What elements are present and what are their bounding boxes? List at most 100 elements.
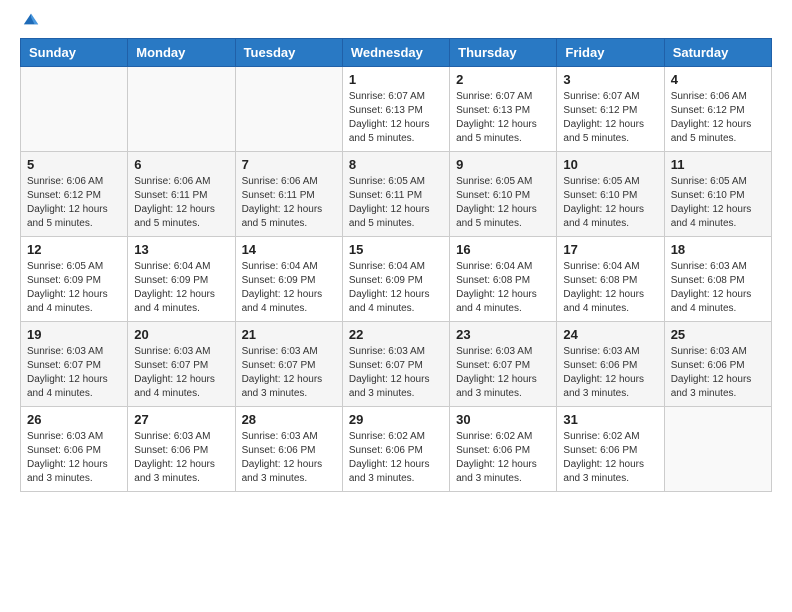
calendar-week-0: 1 Sunrise: 6:07 AM Sunset: 6:13 PM Daylig… <box>21 67 772 152</box>
day-number: 9 <box>456 157 550 172</box>
logo <box>20 20 40 28</box>
day-number: 8 <box>349 157 443 172</box>
day-info: Sunrise: 6:03 AM Sunset: 6:06 PM Dayligh… <box>671 345 765 401</box>
calendar-cell: 8 Sunrise: 6:05 AM Sunset: 6:11 PM Daylig… <box>342 152 449 237</box>
day-info: Sunrise: 6:03 AM Sunset: 6:07 PM Dayligh… <box>349 345 443 401</box>
day-number: 31 <box>563 412 657 427</box>
day-number: 28 <box>242 412 336 427</box>
calendar-week-1: 5 Sunrise: 6:06 AM Sunset: 6:12 PM Daylig… <box>21 152 772 237</box>
calendar-cell: 23 Sunrise: 6:03 AM Sunset: 6:07 PM Dayli… <box>450 322 557 407</box>
day-info: Sunrise: 6:05 AM Sunset: 6:09 PM Dayligh… <box>27 260 121 316</box>
calendar-cell <box>21 67 128 152</box>
calendar-cell: 14 Sunrise: 6:04 AM Sunset: 6:09 PM Dayli… <box>235 237 342 322</box>
calendar-cell: 18Sunrise: 6:03 AM Sunset: 6:08 PM Dayli… <box>664 237 771 322</box>
day-number: 3 <box>563 72 657 87</box>
day-number: 16 <box>456 242 550 257</box>
day-number: 13 <box>134 242 228 257</box>
calendar-cell: 13 Sunrise: 6:04 AM Sunset: 6:09 PM Dayli… <box>128 237 235 322</box>
calendar-cell: 10 Sunrise: 6:05 AM Sunset: 6:10 PM Dayli… <box>557 152 664 237</box>
day-number: 22 <box>349 327 443 342</box>
calendar-cell: 17 Sunrise: 6:04 AM Sunset: 6:08 PM Dayli… <box>557 237 664 322</box>
day-number: 10 <box>563 157 657 172</box>
day-number: 5 <box>27 157 121 172</box>
calendar-cell: 24 Sunrise: 6:03 AM Sunset: 6:06 PM Dayli… <box>557 322 664 407</box>
day-number: 23 <box>456 327 550 342</box>
calendar-cell <box>664 407 771 492</box>
day-number: 27 <box>134 412 228 427</box>
day-number: 30 <box>456 412 550 427</box>
calendar-header-wednesday: Wednesday <box>342 39 449 67</box>
calendar-cell: 4 Sunrise: 6:06 AM Sunset: 6:12 PM Daylig… <box>664 67 771 152</box>
day-info: Sunrise: 6:04 AM Sunset: 6:08 PM Dayligh… <box>456 260 550 316</box>
day-info: Sunrise: 6:05 AM Sunset: 6:10 PM Dayligh… <box>671 175 765 231</box>
calendar-header-tuesday: Tuesday <box>235 39 342 67</box>
day-number: 20 <box>134 327 228 342</box>
day-number: 2 <box>456 72 550 87</box>
day-info: Sunrise: 6:04 AM Sunset: 6:09 PM Dayligh… <box>349 260 443 316</box>
day-number: 12 <box>27 242 121 257</box>
calendar-cell: 25 Sunrise: 6:03 AM Sunset: 6:06 PM Dayli… <box>664 322 771 407</box>
day-info: Sunrise: 6:06 AM Sunset: 6:12 PM Dayligh… <box>27 175 121 231</box>
calendar-cell: 3 Sunrise: 6:07 AM Sunset: 6:12 PM Daylig… <box>557 67 664 152</box>
day-info: Sunrise: 6:07 AM Sunset: 6:12 PM Dayligh… <box>563 90 657 146</box>
calendar-cell: 11Sunrise: 6:05 AM Sunset: 6:10 PM Dayli… <box>664 152 771 237</box>
day-number: 19 <box>27 327 121 342</box>
day-number: 1 <box>349 72 443 87</box>
day-info: Sunrise: 6:03 AM Sunset: 6:07 PM Dayligh… <box>242 345 336 401</box>
day-info: Sunrise: 6:06 AM Sunset: 6:11 PM Dayligh… <box>242 175 336 231</box>
calendar-cell: 30 Sunrise: 6:02 AM Sunset: 6:06 PM Dayli… <box>450 407 557 492</box>
day-info: Sunrise: 6:05 AM Sunset: 6:10 PM Dayligh… <box>563 175 657 231</box>
day-number: 18 <box>671 242 765 257</box>
day-number: 14 <box>242 242 336 257</box>
calendar-cell: 5 Sunrise: 6:06 AM Sunset: 6:12 PM Daylig… <box>21 152 128 237</box>
calendar-cell: 15 Sunrise: 6:04 AM Sunset: 6:09 PM Dayli… <box>342 237 449 322</box>
calendar-cell: 22 Sunrise: 6:03 AM Sunset: 6:07 PM Dayli… <box>342 322 449 407</box>
calendar-cell: 9 Sunrise: 6:05 AM Sunset: 6:10 PM Daylig… <box>450 152 557 237</box>
calendar-cell: 16 Sunrise: 6:04 AM Sunset: 6:08 PM Dayli… <box>450 237 557 322</box>
calendar-header-saturday: Saturday <box>664 39 771 67</box>
calendar-cell <box>235 67 342 152</box>
day-number: 26 <box>27 412 121 427</box>
day-number: 25 <box>671 327 765 342</box>
day-number: 17 <box>563 242 657 257</box>
calendar-cell: 1 Sunrise: 6:07 AM Sunset: 6:13 PM Daylig… <box>342 67 449 152</box>
day-info: Sunrise: 6:04 AM Sunset: 6:09 PM Dayligh… <box>242 260 336 316</box>
day-info: Sunrise: 6:07 AM Sunset: 6:13 PM Dayligh… <box>349 90 443 146</box>
day-number: 15 <box>349 242 443 257</box>
calendar-header-friday: Friday <box>557 39 664 67</box>
day-number: 7 <box>242 157 336 172</box>
calendar-cell: 31Sunrise: 6:02 AM Sunset: 6:06 PM Dayli… <box>557 407 664 492</box>
day-number: 4 <box>671 72 765 87</box>
calendar-header-monday: Monday <box>128 39 235 67</box>
calendar-header-sunday: Sunday <box>21 39 128 67</box>
calendar-cell: 21 Sunrise: 6:03 AM Sunset: 6:07 PM Dayli… <box>235 322 342 407</box>
calendar-header-thursday: Thursday <box>450 39 557 67</box>
calendar-cell <box>128 67 235 152</box>
calendar-cell: 2Sunrise: 6:07 AM Sunset: 6:13 PM Daylig… <box>450 67 557 152</box>
day-info: Sunrise: 6:02 AM Sunset: 6:06 PM Dayligh… <box>456 430 550 486</box>
day-info: Sunrise: 6:03 AM Sunset: 6:06 PM Dayligh… <box>563 345 657 401</box>
calendar-week-2: 12 Sunrise: 6:05 AM Sunset: 6:09 PM Dayli… <box>21 237 772 322</box>
calendar-cell: 7 Sunrise: 6:06 AM Sunset: 6:11 PM Daylig… <box>235 152 342 237</box>
calendar-cell: 26 Sunrise: 6:03 AM Sunset: 6:06 PM Dayli… <box>21 407 128 492</box>
day-info: Sunrise: 6:04 AM Sunset: 6:08 PM Dayligh… <box>563 260 657 316</box>
calendar-cell: 6Sunrise: 6:06 AM Sunset: 6:11 PM Daylig… <box>128 152 235 237</box>
calendar-cell: 19Sunrise: 6:03 AM Sunset: 6:07 PM Dayli… <box>21 322 128 407</box>
day-info: Sunrise: 6:03 AM Sunset: 6:07 PM Dayligh… <box>134 345 228 401</box>
day-info: Sunrise: 6:06 AM Sunset: 6:11 PM Dayligh… <box>134 175 228 231</box>
day-info: Sunrise: 6:05 AM Sunset: 6:11 PM Dayligh… <box>349 175 443 231</box>
calendar-cell: 29 Sunrise: 6:02 AM Sunset: 6:06 PM Dayli… <box>342 407 449 492</box>
day-info: Sunrise: 6:03 AM Sunset: 6:07 PM Dayligh… <box>456 345 550 401</box>
day-number: 24 <box>563 327 657 342</box>
day-info: Sunrise: 6:03 AM Sunset: 6:06 PM Dayligh… <box>27 430 121 486</box>
day-info: Sunrise: 6:06 AM Sunset: 6:12 PM Dayligh… <box>671 90 765 146</box>
day-info: Sunrise: 6:05 AM Sunset: 6:10 PM Dayligh… <box>456 175 550 231</box>
day-number: 29 <box>349 412 443 427</box>
calendar-week-4: 26 Sunrise: 6:03 AM Sunset: 6:06 PM Dayli… <box>21 407 772 492</box>
calendar-header-row: SundayMondayTuesdayWednesdayThursdayFrid… <box>21 39 772 67</box>
calendar-cell: 12 Sunrise: 6:05 AM Sunset: 6:09 PM Dayli… <box>21 237 128 322</box>
day-info: Sunrise: 6:04 AM Sunset: 6:09 PM Dayligh… <box>134 260 228 316</box>
day-info: Sunrise: 6:02 AM Sunset: 6:06 PM Dayligh… <box>349 430 443 486</box>
day-number: 21 <box>242 327 336 342</box>
calendar: SundayMondayTuesdayWednesdayThursdayFrid… <box>20 38 772 492</box>
